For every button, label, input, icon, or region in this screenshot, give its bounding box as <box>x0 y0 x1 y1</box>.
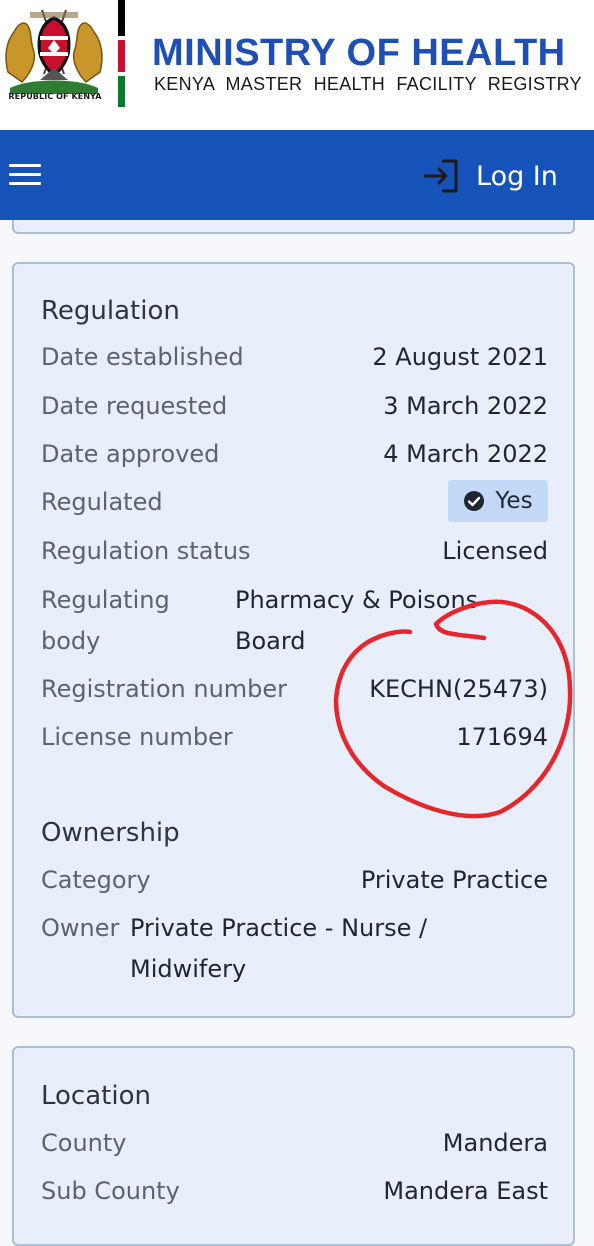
category-label: Category <box>41 866 151 894</box>
coat-of-arms-caption: REPUBLIC OF KENYA <box>8 92 102 101</box>
date-established-label: Date established <box>41 343 244 371</box>
ownership-heading: Ownership <box>41 818 180 848</box>
login-link[interactable]: Log In <box>422 156 558 196</box>
license-number-label: License number <box>41 723 233 751</box>
owner-value-line2: Midwifery <box>130 955 247 983</box>
date-approved-label: Date approved <box>41 440 220 468</box>
regulation-status-value: Licensed <box>442 537 548 565</box>
date-requested-label: Date requested <box>41 392 228 420</box>
site-header: REPUBLIC OF KENYA MINISTRY OF HEALTH KEN… <box>0 0 594 130</box>
regulation-status-label: Regulation status <box>41 537 251 565</box>
location-heading: Location <box>41 1081 151 1111</box>
owner-label: Owner <box>41 914 120 942</box>
regulated-label: Regulated <box>41 488 163 516</box>
login-arrow-icon <box>424 159 458 193</box>
county-value: Mandera <box>442 1129 548 1157</box>
registration-number-value: KECHN(25473) <box>369 675 548 703</box>
date-established-value: 2 August 2021 <box>372 343 548 371</box>
regulating-body-label-line2: body <box>41 627 101 655</box>
category-value: Private Practice <box>360 866 548 894</box>
owner-value: Private Practice - Nurse / Midwifery <box>130 908 427 990</box>
regulating-body-value-line2: Board <box>235 627 306 655</box>
owner-value-line1: Private Practice - Nurse / <box>130 914 428 942</box>
county-label: County <box>41 1129 127 1157</box>
license-number-value: 171694 <box>456 723 548 751</box>
regulation-heading: Regulation <box>41 296 180 326</box>
check-circle-icon <box>464 491 485 511</box>
regulating-body-label: Regulating body <box>41 580 170 662</box>
sub-county-label: Sub County <box>41 1177 180 1205</box>
date-approved-value: 4 March 2022 <box>383 440 548 468</box>
registry-subtitle: KENYA MASTER HEALTH FACILITY REGISTRY <box>154 74 582 94</box>
registration-number-label: Registration number <box>41 675 288 703</box>
kenya-flag-stripe <box>118 0 125 107</box>
regulating-body-value-line1: Pharmacy & Poisons <box>235 586 479 614</box>
date-requested-value: 3 March 2022 <box>383 392 548 420</box>
ministry-title: MINISTRY OF HEALTH <box>152 32 566 74</box>
regulated-status-badge: Yes <box>448 480 548 522</box>
login-text: Log In <box>476 160 558 192</box>
regulating-body-label-line1: Regulating <box>41 586 170 614</box>
hamburger-menu-button[interactable] <box>9 164 41 188</box>
regulated-value: Yes <box>495 488 533 514</box>
coat-of-arms-logo <box>5 9 103 94</box>
sub-county-value: Mandera East <box>383 1177 548 1205</box>
regulating-body-value: Pharmacy & Poisons Board <box>235 580 478 662</box>
